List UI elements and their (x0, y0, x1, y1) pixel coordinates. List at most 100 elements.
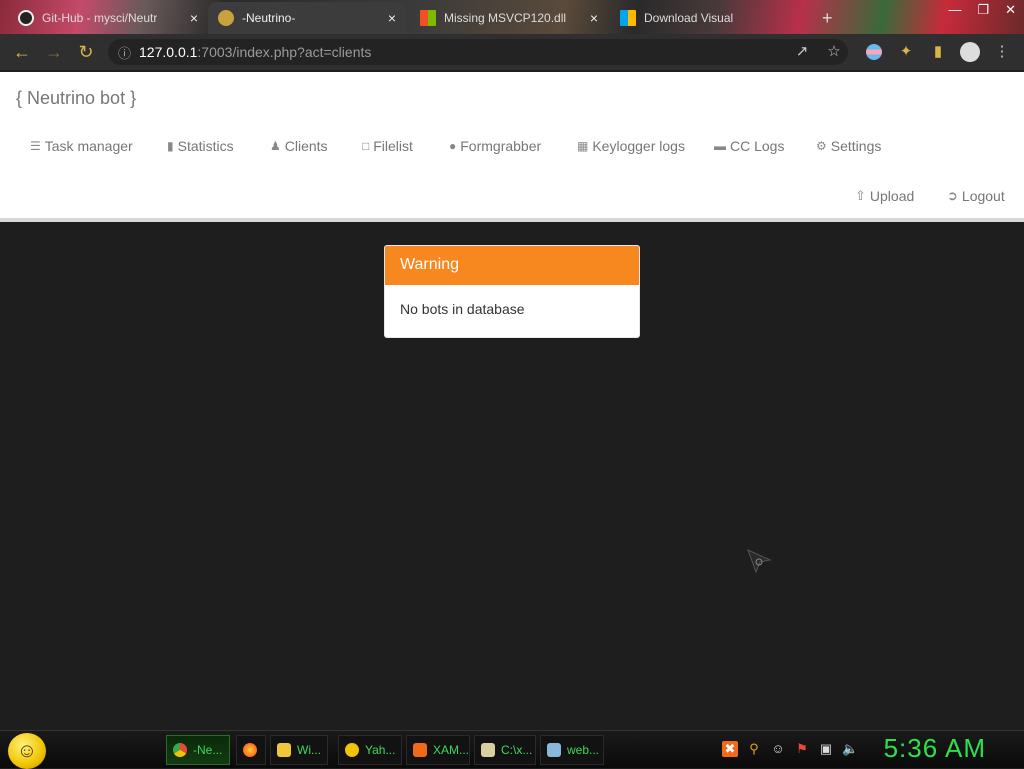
menu-task-manager[interactable]: ☰ Task manager (30, 138, 133, 154)
tab-label: Download Visual (644, 11, 734, 25)
menu-logout[interactable]: ➲ Logout (947, 188, 1005, 204)
volume-icon[interactable]: 🔈 (842, 741, 858, 757)
close-tab-icon[interactable]: × (388, 10, 396, 26)
taskbar-label: C:\x... (501, 743, 533, 757)
share-icon[interactable]: ↗ (792, 42, 812, 62)
menu-filelist[interactable]: □ Filelist (362, 138, 413, 154)
menu-formgrabber[interactable]: ● Formgrabber (449, 138, 541, 154)
address-bar[interactable]: ⓘ 127.0.0.1:7003/index.php?act=clients (108, 39, 848, 65)
gear-icon: ⚙ (816, 139, 827, 153)
menu-upload[interactable]: ⇧ Upload (855, 188, 914, 204)
window-controls: — ❐ ✕ (948, 2, 1016, 18)
microsoft-icon (620, 10, 636, 26)
taskbar-label: Yah... (365, 743, 396, 757)
bar-chart-icon: ▮ (167, 139, 174, 153)
warning-title: Warning (385, 246, 639, 285)
close-window-button[interactable]: ✕ (1005, 2, 1016, 18)
xampp-tray-icon[interactable]: ✖ (722, 741, 738, 757)
os-taskbar: ☺ -Ne... Wi... Yah... XAM... C:\x... web… (0, 730, 1024, 769)
app-navbar: { Neutrino bot } ☰ Task manager ▮ Statis… (0, 72, 1024, 222)
profile-avatar-icon[interactable] (960, 42, 980, 62)
taskbar-item-xampp[interactable]: XAM... (406, 735, 470, 765)
tab-label: Missing MSVCP120.dll (444, 11, 567, 25)
warning-message: No bots in database (400, 301, 525, 317)
upload-icon: ⇧ (855, 188, 866, 203)
credit-card-icon: ▬ (714, 139, 726, 153)
network-icon[interactable]: ▣ (818, 741, 834, 757)
new-tab-button[interactable]: + (812, 2, 842, 34)
taskbar-label: -Ne... (193, 743, 223, 757)
github-icon (18, 10, 34, 26)
menu-statistics[interactable]: ▮ Statistics (167, 138, 234, 154)
taskbar-clock[interactable]: 5:36 AM (884, 733, 986, 764)
bookmark-star-icon[interactable]: ☆ (824, 42, 844, 62)
notepad-icon (481, 743, 495, 757)
back-button[interactable]: ← (6, 42, 38, 63)
tab-msvcp[interactable]: Missing MSVCP120.dll × (410, 2, 608, 34)
xampp-icon (413, 743, 427, 757)
menu-label: CC Logs (730, 138, 785, 154)
document-icon (547, 743, 561, 757)
reload-button[interactable]: ↻ (70, 42, 102, 63)
taskbar-label: XAM... (433, 743, 470, 757)
logout-icon: ➲ (947, 188, 958, 203)
search-tray-icon[interactable]: ⚲ (746, 741, 762, 757)
chrome-icon (173, 743, 187, 757)
menu-label: Statistics (177, 138, 234, 154)
tab-label: -Neutrino- (242, 11, 296, 25)
maximize-button[interactable]: ❐ (977, 2, 989, 18)
smiley-tray-icon[interactable]: ☺ (770, 741, 786, 757)
taskbar-item-yahoo[interactable]: Yah... (338, 735, 402, 765)
flag-extension-icon[interactable] (864, 42, 884, 62)
close-tab-icon[interactable]: × (590, 10, 598, 26)
taskbar-item-explorer[interactable]: Wi... (270, 735, 328, 765)
close-tab-icon[interactable]: × (190, 10, 198, 26)
tab-github[interactable]: Git-Hub - mysci/Neutr × (8, 2, 208, 34)
globe-icon: ● (449, 139, 457, 153)
address-path: :7003/index.php?act=clients (197, 44, 372, 60)
address-host: 127.0.0.1 (139, 44, 198, 60)
menu-keylogger-logs[interactable]: ▦ Keylogger logs (577, 138, 685, 154)
forward-button[interactable]: → (38, 42, 70, 63)
menu-settings[interactable]: ⚙ Settings (816, 138, 881, 154)
menu-label: Task manager (44, 138, 133, 154)
menu-clients[interactable]: ♟ Clients (270, 138, 328, 154)
site-info-icon[interactable]: ⓘ (118, 43, 131, 62)
menu-label: Settings (830, 138, 882, 154)
warning-panel: Warning No bots in database (384, 245, 640, 338)
extensions-puzzle-icon[interactable]: ✦ (896, 42, 916, 62)
yahoo-smiley-icon (345, 743, 359, 757)
tab-download-visual[interactable]: Download Visual (610, 2, 800, 34)
taskbar-item-chrome[interactable]: -Ne... (166, 735, 230, 765)
neutrino-icon (218, 10, 234, 26)
brand-logo[interactable]: { Neutrino bot } (16, 88, 136, 109)
menu-label: Formgrabber (460, 138, 542, 154)
list-icon: ☰ (30, 139, 41, 153)
file-icon: □ (362, 139, 370, 153)
minimize-button[interactable]: — (948, 2, 961, 18)
browser-tab-strip: Git-Hub - mysci/Neutr × -Neutrino- × Mis… (0, 0, 1024, 34)
microsoft-icon (420, 10, 436, 26)
menu-label: Logout (961, 188, 1005, 204)
taskbar-item-web[interactable]: web... (540, 735, 604, 765)
taskbar-label: Wi... (297, 743, 321, 757)
page-content: { Neutrino bot } ☰ Task manager ▮ Statis… (0, 70, 1024, 730)
user-icon: ♟ (270, 139, 281, 153)
menu-label: Keylogger logs (592, 138, 685, 154)
menu-label: Clients (284, 138, 328, 154)
action-center-flag-icon[interactable]: ⚑ (794, 741, 810, 757)
firefox-icon (243, 743, 257, 757)
browser-toolbar: ← → ↻ ⓘ 127.0.0.1:7003/index.php?act=cli… (0, 34, 1024, 70)
taskbar-item-firefox[interactable] (236, 735, 266, 765)
mouse-cursor-icon (747, 549, 772, 574)
browser-menu-icon[interactable]: ⋮ (992, 42, 1012, 62)
side-panel-icon[interactable]: ▮ (928, 42, 948, 62)
tab-label: Git-Hub - mysci/Neutr (42, 11, 158, 25)
tab-neutrino[interactable]: -Neutrino- × (208, 2, 406, 34)
menu-label: Upload (869, 188, 915, 204)
menu-cc-logs[interactable]: ▬ CC Logs (714, 138, 784, 154)
grid-icon: ▦ (577, 139, 589, 153)
start-button-smiley-icon[interactable]: ☺ (8, 733, 46, 769)
taskbar-item-cmd[interactable]: C:\x... (474, 735, 536, 765)
taskbar-label: web... (567, 743, 600, 757)
